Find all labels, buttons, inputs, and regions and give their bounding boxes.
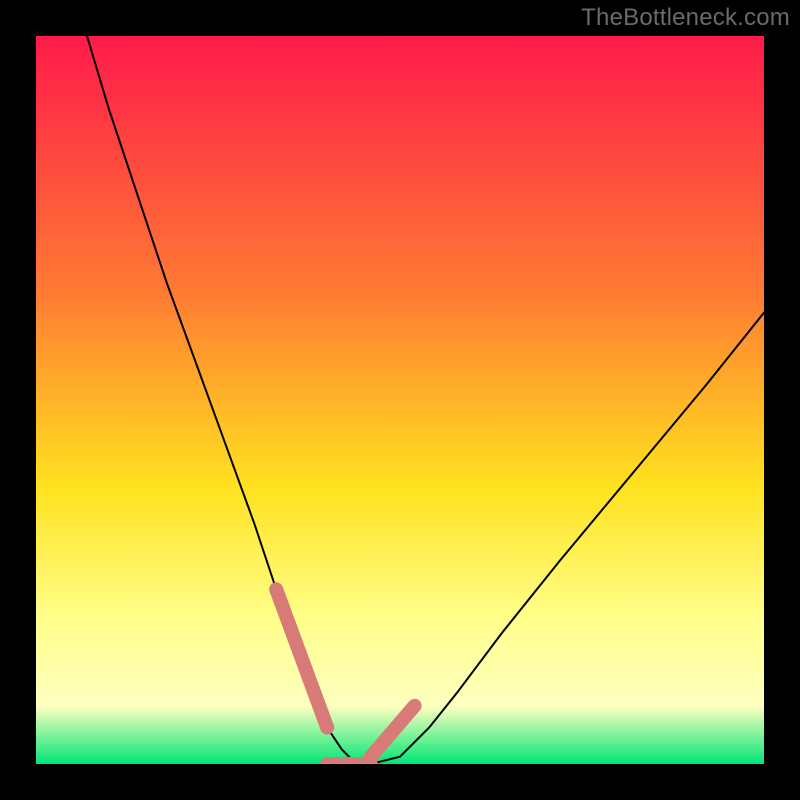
watermark-text: TheBottleneck.com [581,4,790,32]
plot-area [36,36,764,764]
plot-svg [36,36,764,764]
background-gradient [36,36,764,764]
chart-frame: TheBottleneck.com [0,0,800,800]
